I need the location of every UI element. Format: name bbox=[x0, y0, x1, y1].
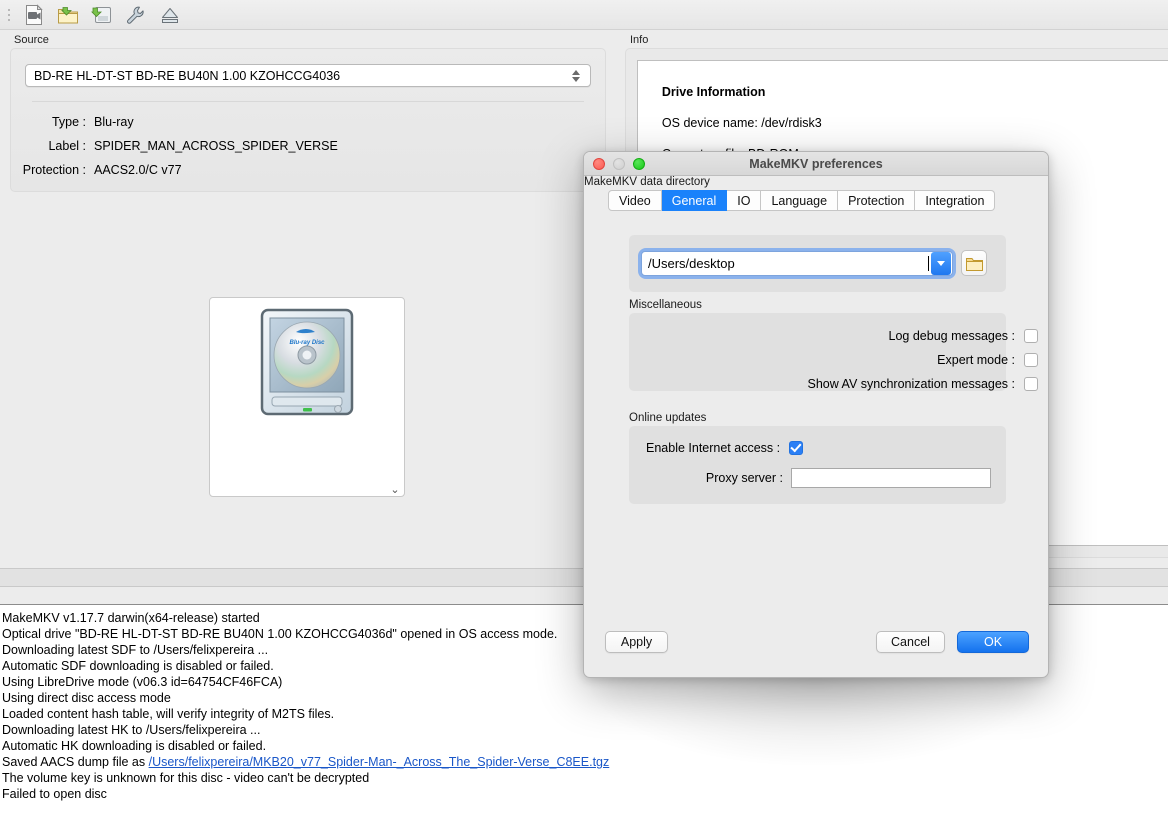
log-line: Automatic HK downloading is disabled or … bbox=[2, 738, 1166, 754]
source-field-protection-key: Protection : bbox=[14, 163, 86, 177]
checkbox-log-debug-messages[interactable] bbox=[1024, 329, 1038, 343]
checkbox-show-av-sync-messages[interactable] bbox=[1024, 377, 1038, 391]
data-directory-value: /Users/desktop bbox=[642, 256, 928, 271]
log-line: Failed to open disc bbox=[2, 786, 1166, 802]
makemkv-main-window: Source BD-RE HL-DT-ST BD-RE BU40N 1.00 K… bbox=[0, 0, 1168, 826]
dialog-footer: Apply Cancel OK bbox=[584, 621, 1048, 678]
checkbox-expert-mode[interactable] bbox=[1024, 353, 1038, 367]
source-field-protection-value: AACS2.0/C v77 bbox=[94, 163, 182, 177]
checkbox-enable-internet-access[interactable] bbox=[789, 441, 803, 455]
option-log-debug-messages[interactable]: Log debug messages : bbox=[889, 329, 1038, 343]
toolbar-drag-grip[interactable] bbox=[3, 0, 15, 30]
source-field-label: Label : SPIDER_MAN_ACROSS_SPIDER_VERSE bbox=[14, 139, 338, 153]
log-line: Loaded content hash table, will verify i… bbox=[2, 706, 1166, 722]
tab-protection[interactable]: Protection bbox=[838, 190, 915, 211]
window-controls bbox=[593, 158, 645, 170]
log-line-with-link: Saved AACS dump file as /Users/felixpere… bbox=[2, 754, 1166, 770]
option-label: Expert mode : bbox=[937, 353, 1015, 367]
chevron-down-icon[interactable] bbox=[931, 252, 951, 275]
source-field-protection: Protection : AACS2.0/C v77 bbox=[14, 163, 182, 177]
info-heading: Drive Information bbox=[662, 85, 766, 99]
tab-general[interactable]: General bbox=[662, 190, 727, 211]
source-divider bbox=[32, 101, 584, 102]
source-field-type-key: Type : bbox=[14, 115, 86, 129]
option-expert-mode[interactable]: Expert mode : bbox=[937, 353, 1038, 367]
source-group-label: Source bbox=[14, 34, 49, 46]
tab-video[interactable]: Video bbox=[608, 190, 662, 211]
proxy-server-input[interactable] bbox=[791, 468, 991, 488]
svg-text:Blu-ray Disc: Blu-ray Disc bbox=[289, 340, 325, 346]
video-file-icon[interactable] bbox=[19, 1, 49, 29]
tab-integration[interactable]: Integration bbox=[915, 190, 995, 211]
preferences-dialog: MakeMKV preferences Video General IO Lan… bbox=[583, 151, 1049, 678]
log-line: Using direct disc access mode bbox=[2, 690, 1166, 706]
online-updates-group-label: Online updates bbox=[629, 412, 706, 424]
proxy-server-label: Proxy server : bbox=[646, 471, 783, 485]
option-enable-internet-access[interactable]: Enable Internet access : bbox=[646, 441, 803, 455]
aacs-dump-file-link[interactable]: /Users/felixpereira/MKB20_v77_Spider-Man… bbox=[149, 755, 610, 769]
option-label: Log debug messages : bbox=[889, 329, 1015, 343]
tab-io[interactable]: IO bbox=[727, 190, 761, 211]
close-icon[interactable] bbox=[593, 158, 605, 170]
dialog-title: MakeMKV preferences bbox=[584, 157, 1048, 171]
preferences-tabbar: Video General IO Language Protection Int… bbox=[608, 190, 995, 211]
data-directory-input[interactable]: /Users/desktop bbox=[641, 251, 953, 276]
eject-icon[interactable] bbox=[155, 1, 185, 29]
proxy-server-row: Proxy server : bbox=[646, 468, 991, 488]
wrench-icon[interactable] bbox=[121, 1, 151, 29]
log-line: Downloading latest HK to /Users/felixper… bbox=[2, 722, 1166, 738]
miscellaneous-group-label: Miscellaneous bbox=[629, 299, 702, 311]
chevron-updown-icon[interactable] bbox=[569, 67, 582, 84]
online-updates-group-box bbox=[629, 426, 1006, 504]
apply-button[interactable]: Apply bbox=[605, 631, 668, 653]
disc-preview-panel: Blu-ray Disc ⌄ bbox=[209, 297, 405, 497]
bluray-drive-icon: Blu-ray Disc bbox=[258, 308, 356, 421]
dialog-titlebar[interactable]: MakeMKV preferences bbox=[584, 152, 1048, 176]
cancel-button[interactable]: Cancel bbox=[876, 631, 945, 653]
source-field-type-value: Blu-ray bbox=[94, 115, 134, 129]
info-line-0: OS device name: /dev/rdisk3 bbox=[662, 116, 822, 130]
log-line-text: Saved AACS dump file as bbox=[2, 755, 149, 769]
data-directory-group-label: MakeMKV data directory bbox=[584, 176, 710, 188]
zoom-icon[interactable] bbox=[633, 158, 645, 170]
ok-button[interactable]: OK bbox=[957, 631, 1029, 653]
info-group-label: Info bbox=[630, 34, 648, 46]
tab-language[interactable]: Language bbox=[761, 190, 838, 211]
option-show-av-sync-messages[interactable]: Show AV synchronization messages : bbox=[807, 377, 1038, 391]
source-drive-select[interactable]: BD-RE HL-DT-ST BD-RE BU40N 1.00 KZOHCCG4… bbox=[25, 64, 591, 87]
source-field-label-value: SPIDER_MAN_ACROSS_SPIDER_VERSE bbox=[94, 139, 338, 153]
source-field-label-key: Label : bbox=[14, 139, 86, 153]
log-line: The volume key is unknown for this disc … bbox=[2, 770, 1166, 786]
chevron-down-icon[interactable]: ⌄ bbox=[390, 485, 400, 495]
source-drive-value: BD-RE HL-DT-ST BD-RE BU40N 1.00 KZOHCCG4… bbox=[34, 69, 569, 83]
source-field-type: Type : Blu-ray bbox=[14, 115, 134, 129]
folder-icon[interactable] bbox=[961, 250, 987, 276]
option-label: Show AV synchronization messages : bbox=[807, 377, 1015, 391]
save-to-disk-icon[interactable] bbox=[87, 1, 117, 29]
minimize-icon bbox=[613, 158, 625, 170]
text-caret bbox=[928, 256, 929, 271]
open-folder-icon[interactable] bbox=[53, 1, 83, 29]
toolbar bbox=[0, 0, 1168, 30]
option-label: Enable Internet access : bbox=[646, 441, 780, 455]
